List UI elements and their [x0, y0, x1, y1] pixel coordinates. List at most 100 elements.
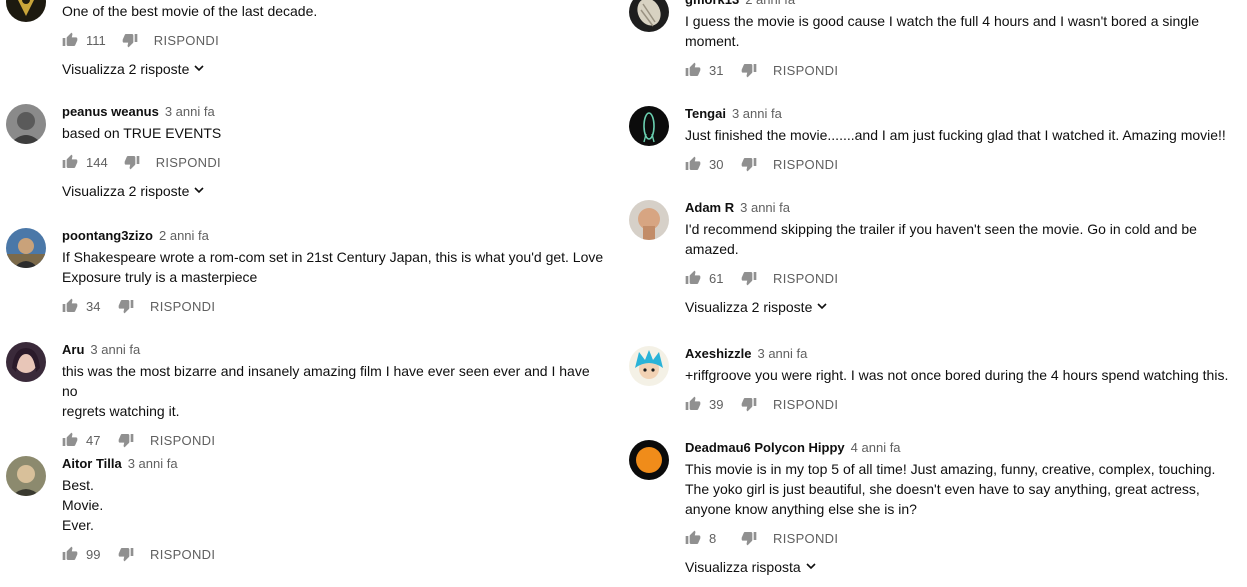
reply-button[interactable]: RISPONDI [773, 271, 838, 286]
comment-header: Tengai 3 anni fa [685, 106, 1241, 122]
comment-body: poontang3zizo 2 anni fa If Shakespeare wro… [62, 228, 606, 318]
author-name[interactable]: peanus weanus [62, 104, 159, 119]
thumb-up-icon[interactable] [62, 32, 78, 48]
author-name[interactable]: Axeshizzle [685, 346, 751, 361]
view-replies-button[interactable]: Visualizza 2 risposte [62, 61, 606, 77]
comment-timestamp[interactable]: 3 anni fa [757, 346, 807, 361]
reply-button[interactable]: RISPONDI [773, 531, 838, 546]
comment-actions: 99 RISPONDI [62, 542, 606, 566]
comment-actions: 111 RISPONDI [62, 28, 606, 52]
reply-button[interactable]: RISPONDI [150, 547, 215, 562]
comment-actions: 34 RISPONDI [62, 294, 606, 318]
author-name[interactable]: poontang3zizo [62, 228, 153, 243]
view-replies-button[interactable]: Visualizza 2 risposte [62, 183, 606, 199]
thumb-up-icon[interactable] [685, 396, 701, 412]
orange-circle-avatar [629, 440, 669, 480]
view-replies-label: Visualizza 2 risposte [685, 299, 813, 315]
author-name[interactable]: Aitor Tilla [62, 456, 122, 471]
comment-header: Aitor Tilla 3 anni fa [62, 456, 606, 472]
comment-text-line: +riffgroove you were right. I was not on… [685, 367, 1229, 383]
comment-text-line: I guess the movie is good cause I watch … [685, 13, 1199, 29]
comment-text: This movie is in my top 5 of all time! J… [685, 459, 1241, 519]
thumb-up-icon[interactable] [685, 156, 701, 172]
avatar[interactable] [6, 0, 46, 22]
thumb-down-icon[interactable] [118, 432, 134, 448]
like-count: 8 [709, 530, 717, 546]
thumb-up-icon[interactable] [62, 154, 78, 170]
comment-body: Adam R 3 anni fa I'd recommend skipping th… [685, 200, 1241, 315]
comment-text-line: Exposure truly is a masterpiece [62, 269, 258, 285]
comment-timestamp[interactable]: 3 anni fa [128, 456, 178, 471]
author-name[interactable]: Deadmau6 Polycon Hippy [685, 440, 845, 455]
comment-text-line: One of the best movie of the last decade… [62, 3, 318, 19]
reply-button[interactable]: RISPONDI [773, 397, 838, 412]
comment-text: this was the most bizarre and insanely a… [62, 361, 606, 421]
comment-text: +riffgroove you were right. I was not on… [685, 365, 1241, 385]
thumb-down-icon[interactable] [118, 298, 134, 314]
comment-text-line: this was the most bizarre and insanely a… [62, 363, 590, 399]
thumb-down-icon[interactable] [741, 530, 757, 546]
thumb-up-icon[interactable] [62, 298, 78, 314]
photo-avatar [6, 228, 46, 268]
thumb-down-icon[interactable] [124, 154, 140, 170]
comment-text-line: Ever. [62, 517, 94, 533]
thumb-down-icon[interactable] [741, 396, 757, 412]
reply-button[interactable]: RISPONDI [150, 433, 215, 448]
reply-button[interactable]: RISPONDI [150, 299, 215, 314]
comment-text: based on TRUE EVENTS [62, 123, 606, 143]
view-replies-button[interactable]: Visualizza 2 risposte [685, 299, 1241, 315]
avatar[interactable] [629, 440, 669, 480]
face-avatar [629, 200, 669, 240]
comment-text-line: Just finished the movie.......and I am j… [685, 127, 1226, 143]
avatar[interactable] [6, 456, 46, 496]
comment-body: peanus weanus 3 anni fa based on TRUE EVEN… [62, 104, 606, 199]
avatar[interactable] [629, 346, 669, 386]
comment-actions: 8 RISPONDI [685, 526, 1241, 550]
avatar[interactable] [629, 200, 669, 240]
author-name[interactable]: Adam R [685, 200, 734, 215]
thumb-up-icon[interactable] [685, 62, 701, 78]
comment-timestamp[interactable]: 2 anni fa [159, 228, 209, 243]
grey-portrait-avatar [6, 104, 46, 144]
author-name[interactable]: Aru [62, 342, 84, 357]
thumb-up-icon[interactable] [62, 432, 78, 448]
thumb-down-icon[interactable] [122, 32, 138, 48]
comment-timestamp[interactable]: 3 anni fa [740, 200, 790, 215]
comment-body: Tengai 3 anni fa Just finished the movie..… [685, 106, 1241, 176]
thumb-up-icon[interactable] [685, 530, 701, 546]
author-name[interactable]: Tengai [685, 106, 726, 121]
comment-timestamp[interactable]: 2 anni fa [745, 0, 795, 7]
comment-text-line: The yoko girl is just beautiful, she doe… [685, 481, 1200, 497]
avatar[interactable] [6, 228, 46, 268]
thumb-up-icon[interactable] [685, 270, 701, 286]
comment-actions: 31 RISPONDI [685, 58, 1241, 82]
like-count: 31 [709, 62, 724, 78]
thumb-down-icon[interactable] [741, 156, 757, 172]
thumb-up-icon[interactable] [62, 546, 78, 562]
avatar[interactable] [6, 342, 46, 382]
avatar[interactable] [629, 106, 669, 146]
author-name[interactable]: gmork13 [685, 0, 739, 7]
comment-timestamp[interactable]: 4 anni fa [851, 440, 901, 455]
reply-button[interactable]: RISPONDI [773, 63, 838, 78]
comment-timestamp[interactable]: 3 anni fa [732, 106, 782, 121]
reply-button[interactable]: RISPONDI [156, 155, 221, 170]
gold-emblem-avatar [6, 0, 46, 22]
reply-button[interactable]: RISPONDI [773, 157, 838, 172]
comment-timestamp[interactable]: 3 anni fa [90, 342, 140, 357]
comment-header: Aru 3 anni fa [62, 342, 606, 358]
like-count: 111 [86, 32, 106, 48]
avatar[interactable] [629, 0, 669, 32]
view-replies-button[interactable]: Visualizza risposta [685, 559, 1241, 575]
comment-body: Aitor Tilla 3 anni fa Best. Movie. Ever. 99 RI… [62, 456, 606, 566]
reply-button[interactable]: RISPONDI [154, 33, 219, 48]
thumb-down-icon[interactable] [741, 62, 757, 78]
comment-text-line: based on TRUE EVENTS [62, 125, 222, 141]
thumb-down-icon[interactable] [118, 546, 134, 562]
comment-body: Deadmau6 Polycon Hippy 4 anni fa This movi… [685, 440, 1241, 575]
chevron-down-icon [801, 559, 817, 575]
comment-timestamp[interactable]: 3 anni fa [165, 104, 215, 119]
comment-text: Best. Movie. Ever. [62, 475, 606, 535]
avatar[interactable] [6, 104, 46, 144]
thumb-down-icon[interactable] [741, 270, 757, 286]
